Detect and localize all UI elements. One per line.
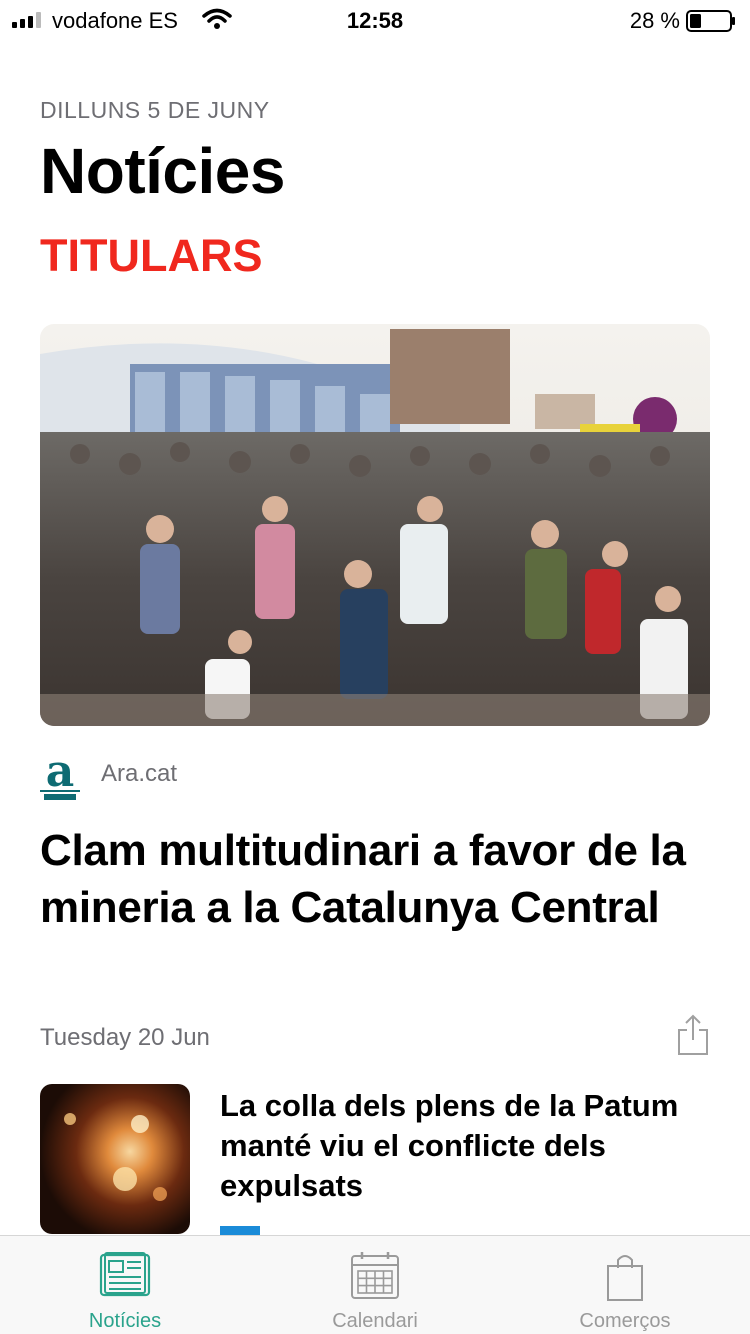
tab-label: Notícies [88,1310,162,1332]
hero-article-source[interactable]: a Ara.cat [40,746,177,802]
tab-label: Comerços [579,1310,671,1332]
share-icon[interactable] [676,1014,710,1056]
page-title: Notícies [40,135,285,207]
shopping-bag-icon [607,1255,643,1301]
section-title[interactable]: TITULARS [40,230,262,282]
date-label: DILLUNS 5 DE JUNY [40,97,270,123]
fire-photo [40,1084,190,1234]
tab-label: Calendari [332,1310,418,1332]
source-name: Ara.cat [101,760,178,787]
tab-comercos[interactable]: Comerços [500,1236,750,1334]
second-article-thumbnail[interactable] [40,1084,190,1234]
battery-icon [686,10,735,32]
hero-article-image[interactable] [40,324,710,726]
battery-percentage: 28 % [629,8,680,33]
newspaper-icon [99,1252,151,1297]
ara-cat-logo: a [40,746,80,800]
status-bar: vodafone ES 12:58 28 % [0,0,750,40]
crowd-photo [40,324,710,726]
svg-text:a: a [46,746,75,797]
hero-article-date: Tuesday 20 Jun [40,1024,210,1051]
tab-calendari[interactable]: Calendari [250,1236,500,1334]
tab-noticies[interactable]: Notícies [0,1236,250,1334]
tab-bar: Notícies Calendari Comerços [0,1235,750,1334]
calendar-icon [351,1252,399,1299]
hero-article-headline[interactable]: Clam multitudinari a favor de la mineria… [40,822,720,936]
second-article-headline[interactable]: La colla dels plens de la Patum manté vi… [220,1086,720,1206]
